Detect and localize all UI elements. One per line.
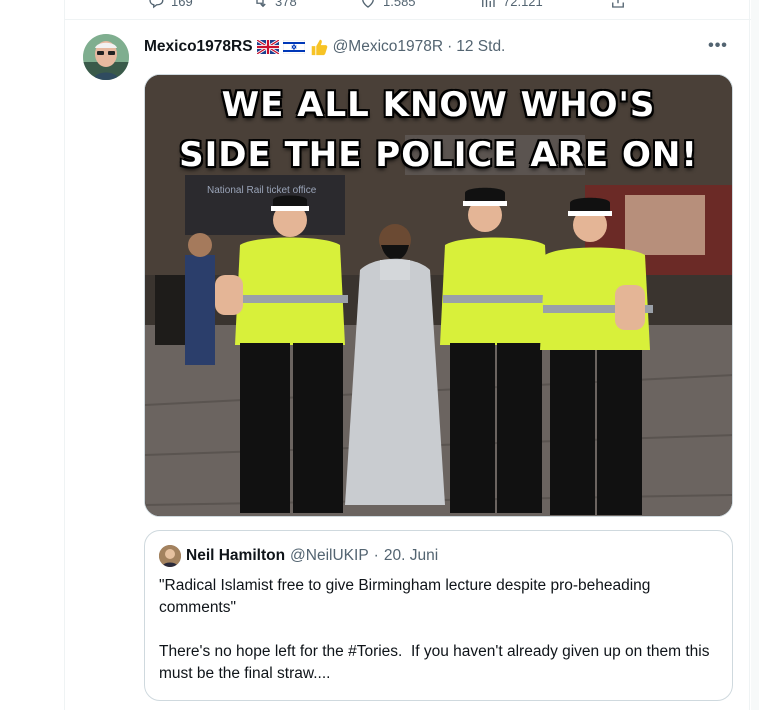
quoted-avatar-image (159, 545, 181, 567)
retweet-count: 378 (275, 0, 297, 9)
left-gutter (0, 0, 64, 710)
quoted-timestamp: 20. Juni (383, 547, 439, 564)
quoted-tweet[interactable]: Neil Hamilton @NeilUKIP · 20. Juni "Radi… (144, 530, 733, 701)
thumbs-up-icon (311, 39, 327, 56)
tweet-image[interactable]: National Rail ticket office WE ALL KNOW … (144, 74, 733, 517)
reply-count: 169 (171, 0, 193, 9)
tweet[interactable]: Mexico1978RS @Mexico1978R · 12 Std. ••• … (65, 21, 751, 710)
station-sign-text: National Rail ticket office (207, 185, 317, 196)
avatar-image (83, 34, 129, 80)
share-icon (612, 0, 624, 8)
retweet-button[interactable]: 378 (251, 0, 297, 10)
timestamp[interactable]: 12 Std. (456, 38, 505, 56)
like-count: 1.585 (383, 0, 416, 9)
meme-caption-line-2: SIDE THE POLICE ARE ON! (179, 135, 698, 175)
timeline: 169 378 1.585 72.121 Mexico1978RS @Mexic… (64, 0, 751, 710)
quoted-user-handle: @NeilUKIP (290, 547, 369, 564)
quoted-tweet-text: "Radical Islamist free to give Birmingha… (159, 577, 710, 682)
quoted-separator-dot: · (373, 547, 379, 564)
reply-button[interactable]: 169 (147, 0, 193, 10)
quoted-avatar (159, 545, 181, 567)
more-horizontal-icon: ••• (708, 37, 728, 54)
views-icon (482, 0, 495, 7)
uk-flag-icon (256, 40, 279, 54)
share-button[interactable] (609, 0, 627, 10)
separator-dot: · (447, 38, 453, 55)
tweet-header: Mexico1978RS @Mexico1978R · 12 Std. (144, 36, 505, 58)
like-button[interactable]: 1.585 (359, 0, 416, 10)
israel-flag-icon (282, 40, 305, 54)
like-icon (362, 0, 374, 8)
views-count: 72.121 (503, 0, 543, 9)
meme-caption-line-1: WE ALL KNOW WHO'S (221, 85, 656, 125)
reply-icon (149, 0, 164, 9)
views-button[interactable]: 72.121 (479, 0, 543, 10)
quoted-display-name: Neil Hamilton (186, 547, 286, 564)
quoted-tweet-header: Neil Hamilton @NeilUKIP · 20. Juni (159, 545, 438, 567)
avatar[interactable] (83, 34, 129, 80)
right-gutter (751, 0, 759, 710)
more-button[interactable]: ••• (705, 35, 731, 57)
previous-tweet-action-bar: 169 378 1.585 72.121 (65, 0, 751, 20)
display-name[interactable]: Mexico1978RS (144, 38, 253, 56)
user-handle[interactable]: @Mexico1978R (333, 38, 444, 56)
retweet-icon (256, 0, 266, 8)
